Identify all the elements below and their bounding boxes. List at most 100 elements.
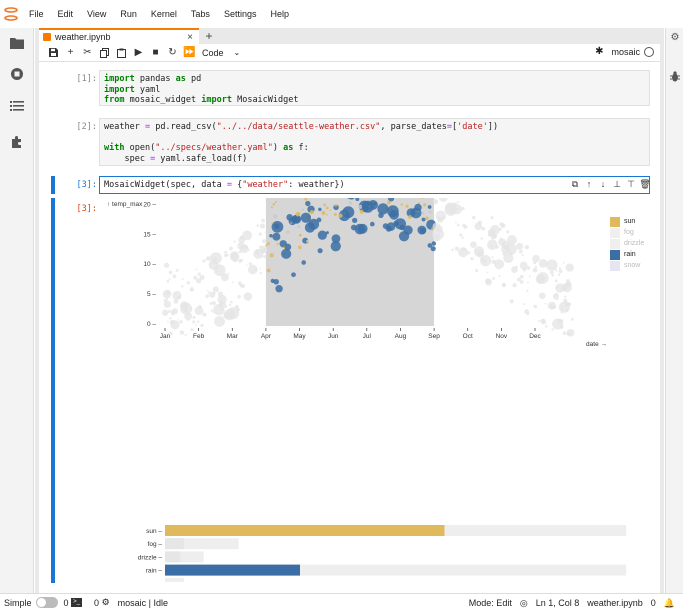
- menu-file[interactable]: File: [22, 0, 51, 28]
- y-tick-label: 5 –: [147, 291, 156, 298]
- data-point: [168, 278, 171, 281]
- tab-weather-notebook[interactable]: weather.ipynb ×: [39, 28, 199, 44]
- data-point: [338, 213, 343, 218]
- data-point: [214, 315, 225, 327]
- notification-count[interactable]: 0: [651, 598, 656, 608]
- property-inspector-icon[interactable]: ⚙: [669, 31, 681, 43]
- data-point: [220, 307, 224, 311]
- data-point: [168, 309, 172, 313]
- code-line: MosaicWidget(spec, data = {"weather": we…: [104, 180, 345, 190]
- terminal-count[interactable]: 0 >_: [64, 598, 87, 608]
- kernel-count[interactable]: 0 ⚙: [94, 597, 110, 608]
- toc-icon[interactable]: [9, 98, 25, 114]
- legend-item[interactable]: snow: [610, 260, 644, 271]
- data-point: [273, 214, 278, 219]
- bar-chart[interactable]: sun –fog –drizzle –rain –snow –050100150…: [99, 472, 639, 582]
- data-point: [562, 261, 565, 264]
- move-up-icon[interactable]: ↑: [582, 179, 596, 190]
- data-point: [181, 285, 184, 288]
- fast-forward-icon[interactable]: ⏩: [181, 46, 198, 60]
- restart-icon[interactable]: ↻: [164, 46, 181, 60]
- code-editor[interactable]: weather = pd.read_csv("../../data/seattl…: [99, 118, 650, 166]
- data-point: [467, 251, 471, 255]
- tab-strip: weather.ipynb × +: [35, 28, 664, 44]
- running-icon[interactable]: [9, 66, 25, 82]
- data-point: [405, 204, 409, 208]
- legend-item[interactable]: fog: [610, 227, 644, 238]
- data-point: [333, 212, 337, 216]
- data-point: [237, 281, 242, 286]
- menu-help[interactable]: Help: [263, 0, 296, 28]
- new-tab-button[interactable]: +: [201, 28, 217, 44]
- data-point: [233, 258, 238, 263]
- close-icon[interactable]: ×: [187, 32, 193, 43]
- kernel-indicator[interactable]: ✱ mosaic: [595, 46, 654, 57]
- data-point: [245, 264, 248, 266]
- insert-cell-icon[interactable]: +: [62, 46, 79, 60]
- menu-settings[interactable]: Settings: [217, 0, 264, 28]
- insert-above-icon[interactable]: ⊥: [610, 179, 624, 190]
- cell-prompt: [1]:: [76, 74, 97, 84]
- legend-item[interactable]: rain: [610, 249, 644, 260]
- x-tick-label: Jul: [363, 333, 372, 340]
- data-point: [506, 230, 510, 234]
- menu-view[interactable]: View: [80, 0, 113, 28]
- output-collapse-bar[interactable]: [51, 198, 55, 583]
- cell-type-dropdown[interactable]: Code ⌄: [202, 48, 240, 58]
- data-point: [519, 249, 523, 254]
- stop-icon[interactable]: ■: [147, 46, 164, 60]
- data-point: [175, 268, 179, 272]
- delete-icon[interactable]: 🗑: [638, 179, 652, 190]
- bug-icon[interactable]: ✱: [595, 46, 603, 57]
- data-point: [221, 302, 227, 307]
- menu-tabs[interactable]: Tabs: [184, 0, 217, 28]
- data-point: [546, 259, 558, 271]
- legend-item[interactable]: drizzle: [610, 238, 644, 249]
- data-point: [325, 213, 328, 216]
- data-point: [186, 281, 191, 285]
- duplicate-icon[interactable]: ⧉: [568, 179, 582, 190]
- kernel-status[interactable]: mosaic | Idle: [118, 598, 168, 608]
- debugger-icon[interactable]: [669, 70, 681, 82]
- save-icon[interactable]: [45, 46, 62, 60]
- data-point: [165, 290, 171, 296]
- extensions-icon[interactable]: [9, 134, 25, 150]
- data-point: [552, 293, 559, 300]
- data-point: [167, 320, 169, 323]
- active-cell-indicator[interactable]: [51, 176, 55, 194]
- data-point: [256, 224, 260, 227]
- data-point: [301, 260, 306, 265]
- menu-edit[interactable]: Edit: [51, 0, 81, 28]
- insert-below-icon[interactable]: ⊤: [624, 179, 638, 190]
- data-point: [329, 209, 332, 212]
- simple-mode-toggle[interactable]: [35, 597, 58, 608]
- bell-icon[interactable]: 🔔: [664, 598, 675, 609]
- move-down-icon[interactable]: ↓: [596, 179, 610, 190]
- shield-icon[interactable]: ◎: [520, 598, 528, 609]
- menu-run[interactable]: Run: [113, 0, 144, 28]
- data-point: [306, 239, 309, 243]
- data-point: [524, 244, 529, 250]
- code-editor[interactable]: import pandas as pd import yaml from mos…: [99, 70, 650, 106]
- terminal-count-value: 0: [63, 597, 69, 608]
- status-bar: Simple 0 >_ 0 ⚙ mosaic | Idle Mode: Edit…: [0, 593, 683, 611]
- cut-icon[interactable]: ✂: [79, 46, 96, 60]
- data-point: [259, 267, 262, 270]
- scatter-chart[interactable]: ↑ temp_max0 –5 –10 –15 –20 –25 –30 –35 –…: [99, 198, 609, 468]
- folder-icon[interactable]: [9, 35, 25, 51]
- paste-icon[interactable]: [113, 46, 130, 60]
- legend-item[interactable]: sun: [610, 216, 644, 227]
- data-point: [202, 312, 207, 317]
- data-point: [354, 223, 366, 235]
- copy-icon[interactable]: [96, 46, 113, 60]
- data-point: [451, 204, 463, 215]
- data-point: [195, 268, 198, 271]
- data-point: [318, 207, 322, 212]
- menu-kernel[interactable]: Kernel: [144, 0, 184, 28]
- data-point: [238, 236, 246, 244]
- run-icon[interactable]: ▶: [130, 46, 147, 60]
- data-point: [254, 268, 258, 272]
- data-point: [266, 268, 271, 273]
- cursor-position[interactable]: Ln 1, Col 8: [536, 598, 580, 608]
- data-point: [184, 333, 187, 336]
